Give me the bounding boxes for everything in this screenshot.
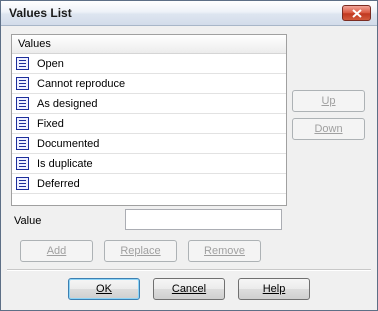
value-input[interactable] — [125, 209, 282, 230]
list-item-label: As designed — [37, 98, 98, 110]
list-item[interactable]: Cannot reproduce — [12, 74, 286, 94]
value-label: Value — [14, 215, 42, 227]
list-item-label: Is duplicate — [37, 158, 93, 170]
list-value-icon — [16, 97, 29, 110]
list-item[interactable]: As designed — [12, 94, 286, 114]
list-value-icon — [16, 177, 29, 190]
close-button[interactable] — [342, 5, 371, 21]
add-button[interactable]: Add — [20, 240, 93, 262]
values-list-dialog: Values List Values Open Cannot reproduce… — [0, 0, 378, 311]
list-value-icon — [16, 77, 29, 90]
down-button[interactable]: Down — [292, 118, 365, 140]
list-item[interactable]: Open — [12, 54, 286, 74]
list-item[interactable]: Is duplicate — [12, 154, 286, 174]
remove-button[interactable]: Remove — [188, 240, 261, 262]
values-column-header[interactable]: Values — [12, 35, 286, 54]
cancel-button[interactable]: Cancel — [153, 278, 225, 300]
values-list[interactable]: Values Open Cannot reproduce As designed… — [11, 34, 287, 206]
dialog-title: Values List — [9, 6, 72, 20]
list-item-label: Fixed — [37, 118, 64, 130]
help-button[interactable]: Help — [238, 278, 310, 300]
list-value-icon — [16, 137, 29, 150]
list-value-icon — [16, 117, 29, 130]
close-icon — [352, 9, 362, 18]
list-item-label: Open — [37, 58, 64, 70]
ok-button[interactable]: OK — [68, 278, 140, 300]
title-bar[interactable]: Values List — [1, 1, 377, 26]
list-value-icon — [16, 157, 29, 170]
list-item-label: Documented — [37, 138, 100, 150]
replace-button[interactable]: Replace — [104, 240, 177, 262]
list-item-label: Deferred — [37, 178, 80, 190]
up-button[interactable]: Up — [292, 90, 365, 112]
list-value-icon — [16, 57, 29, 70]
separator — [7, 269, 371, 271]
list-item[interactable]: Documented — [12, 134, 286, 154]
list-item[interactable]: Fixed — [12, 114, 286, 134]
list-item[interactable]: Deferred — [12, 174, 286, 194]
list-item-label: Cannot reproduce — [37, 78, 126, 90]
